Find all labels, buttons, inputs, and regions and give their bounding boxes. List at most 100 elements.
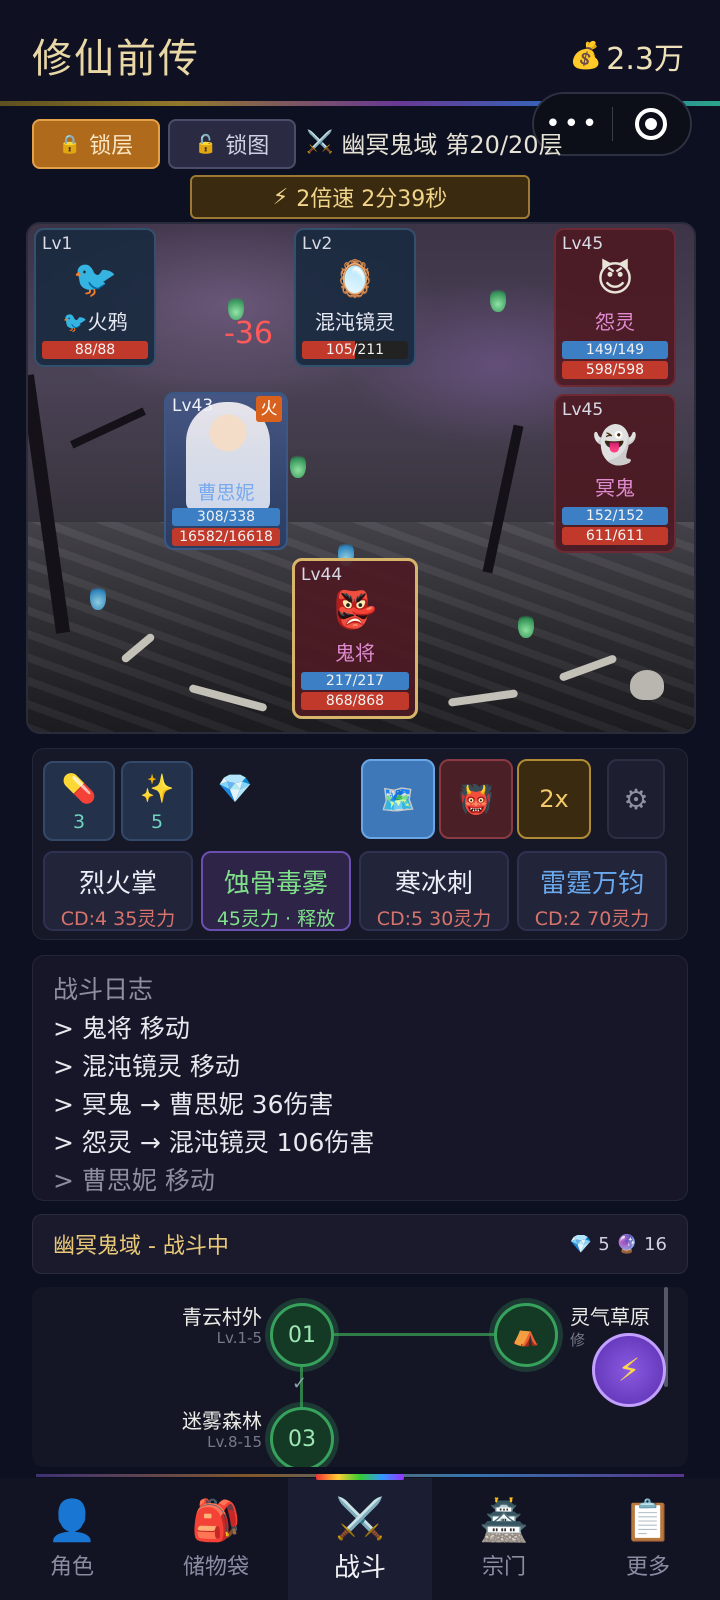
battlefield: -36 Lv1 🐦 🐦火鸦 88/88 Lv2 🪞 混沌镜灵 105/211 L… <box>26 222 696 734</box>
ghost-fire <box>518 612 534 638</box>
skill-button-poison-mist[interactable]: 蚀骨毒雾 45灵力 · 释放 <box>201 851 351 931</box>
unit-card-mirror[interactable]: Lv2 🪞 混沌镜灵 105/211 <box>294 228 416 367</box>
mp-bar: 152/152 <box>562 507 668 525</box>
hp-bar: 16582/16618 <box>172 528 280 546</box>
demon-button[interactable]: 👹 <box>439 759 513 839</box>
skill-info: 45灵力 · 释放 <box>216 908 336 930</box>
currency-display: 💰 2.3万 <box>570 34 684 78</box>
mirror-icon: 🪞 <box>332 259 378 300</box>
map-node-range: 修 <box>570 1331 586 1349</box>
log-line: > 曹思妮 移动 <box>53 1166 215 1195</box>
active-tab-indicator <box>316 1474 404 1480</box>
speed-toggle-button[interactable]: 2x <box>517 759 591 839</box>
lightning-icon: ⚡ <box>272 184 289 210</box>
unit-level: Lv2 <box>302 234 333 254</box>
unit-name: 混沌镜灵 <box>315 310 395 334</box>
lock-layer-button[interactable]: 🔒 锁层 <box>32 119 160 169</box>
skill-button-fire-palm[interactable]: 烈火掌 CD:4 35灵力 <box>43 851 193 931</box>
crystal-ball-icon: 🔮 <box>615 1233 639 1255</box>
unit-name: 怨灵 <box>595 310 635 334</box>
check-icon: ✓ <box>292 1373 308 1394</box>
tab-more[interactable]: 📋 更多 <box>576 1478 720 1600</box>
app-title: 修仙前传 <box>32 36 200 82</box>
unit-card-wraith[interactable]: Lv45 😈 怨灵 149/149 598/598 <box>554 228 676 387</box>
pill-icon: 💊 <box>61 772 97 805</box>
map-node-name: 青云村外 <box>182 1305 262 1329</box>
person-icon: 👤 <box>47 1498 97 1544</box>
tengu-mask-icon: 👺 <box>332 590 378 631</box>
resource-counters: 💎 5 🔮 16 <box>570 1234 667 1255</box>
map-node-name: 迷雾森林 <box>182 1409 262 1433</box>
map-button[interactable]: 🗺️ <box>361 759 435 839</box>
gem-icon: 💎 <box>569 1233 593 1255</box>
clipboard-icon: 📋 <box>623 1498 673 1544</box>
ogre-icon: 👹 <box>458 782 494 816</box>
unit-name: 🐦火鸦 <box>62 310 128 334</box>
item-count: 5 <box>150 811 164 833</box>
map-node-range: Lv.1-5 <box>216 1329 262 1347</box>
unit-level: Lv45 <box>562 400 604 420</box>
castle-icon: 🏯 <box>479 1498 529 1544</box>
map-node-misty-forest[interactable]: 03 <box>270 1407 334 1467</box>
item-slot-pill[interactable]: 💊 3 <box>43 761 115 841</box>
tab-label: 更多 <box>625 1555 670 1580</box>
log-title: 战斗日志 <box>53 975 154 1004</box>
stage-floor: 第20/20层 <box>445 131 563 159</box>
unit-card-ghost[interactable]: Lv45 👻 冥鬼 152/152 611/611 <box>554 394 676 553</box>
bird-icon: 🐦 <box>72 259 118 300</box>
close-miniprogram-button[interactable] <box>613 94 691 154</box>
skill-name: 雷霆万钧 <box>539 869 644 899</box>
quick-action-button[interactable]: ⚡ <box>592 1333 666 1407</box>
battle-status-text: 幽冥鬼域 - 战斗中 <box>53 1234 229 1259</box>
tab-sect[interactable]: 🏯 宗门 <box>432 1478 576 1600</box>
tab-battle[interactable]: ⚔️ 战斗 <box>288 1478 432 1600</box>
item-slot-sparkle[interactable]: ✨ 5 <box>121 761 193 841</box>
settings-button[interactable]: ⚙ <box>607 759 665 839</box>
tab-character[interactable]: 👤 角色 <box>0 1478 144 1600</box>
money-bag-icon: 💰 <box>569 41 603 71</box>
tab-inventory[interactable]: 🎒 储物袋 <box>144 1478 288 1600</box>
hp-bar: 598/598 <box>562 361 668 379</box>
control-panel: 💊 3 ✨ 5 💎 🗺️ 👹 2x ⚙ 烈火掌 CD:4 35灵力 蚀骨毒雾 4… <box>32 748 688 940</box>
item-count: 3 <box>72 811 86 833</box>
skill-button-ice-spike[interactable]: 寒冰刺 CD:5 30灵力 <box>359 851 509 931</box>
camp-icon: ⛺ <box>512 1322 540 1348</box>
unit-name: 鬼将 <box>335 641 375 665</box>
unit-card-crow[interactable]: Lv1 🐦 🐦火鸦 88/88 <box>34 228 156 367</box>
tab-label: 储物袋 <box>182 1555 249 1580</box>
stage-info: ⚔️ 幽冥鬼域 第20/20层 <box>306 125 563 160</box>
unit-level: Lv44 <box>301 565 343 585</box>
skull <box>630 670 664 700</box>
map-node-name: 灵气草原 <box>570 1305 650 1329</box>
item-slot-gem[interactable]: 💎 <box>199 761 271 841</box>
lock-icon: 🔓 <box>194 133 218 155</box>
log-line: > 冥鬼 → 曹思妮 36伤害 <box>53 1090 334 1119</box>
unit-name: 冥鬼 <box>595 476 635 500</box>
log-line: > 怨灵 → 混沌镜灵 106伤害 <box>53 1128 375 1157</box>
skill-name: 寒冰刺 <box>394 869 473 899</box>
gem-icon: 💎 <box>217 772 253 805</box>
lock-icon: 🔒 <box>58 133 82 155</box>
battle-log: 战斗日志 > 鬼将 移动 > 混沌镜灵 移动 > 冥鬼 → 曹思妮 36伤害 >… <box>32 955 688 1201</box>
hp-bar: 88/88 <box>42 341 148 359</box>
unit-card-hero[interactable]: Lv43 火 曹思妮 308/338 16582/16618 <box>164 392 288 550</box>
unit-level: Lv43 <box>172 396 214 416</box>
world-map[interactable]: 青云村外 Lv.1-5 01 ✓ 迷雾森林 Lv.8-15 03 ⛺ 灵气草原 … <box>32 1287 688 1467</box>
skill-name: 蚀骨毒雾 <box>223 869 328 899</box>
map-node-grassland[interactable]: ⛺ <box>494 1303 558 1367</box>
lock-map-label: 锁图 <box>225 134 270 159</box>
bottom-tab-bar: 👤 角色 🎒 储物袋 ⚔️ 战斗 🏯 宗门 📋 更多 <box>0 1478 720 1600</box>
currency-value: 2.3万 <box>606 42 684 77</box>
unit-level: Lv45 <box>562 234 604 254</box>
lock-map-button[interactable]: 🔓 锁图 <box>168 119 296 169</box>
ghost-icon: 👻 <box>592 425 638 466</box>
unit-card-general[interactable]: Lv44 👺 鬼将 217/217 868/868 <box>292 558 418 719</box>
map-node-qingyun[interactable]: 01 <box>270 1303 334 1367</box>
mp-bar: 308/338 <box>172 508 280 526</box>
sparkles-icon: ✨ <box>139 772 175 805</box>
target-icon <box>635 108 668 140</box>
ghost-fire <box>290 452 306 478</box>
crossed-swords-icon: ⚔️ <box>335 1495 385 1542</box>
skill-button-thunder[interactable]: 雷霆万钧 CD:2 70灵力 <box>517 851 667 931</box>
backpack-icon: 🎒 <box>191 1498 241 1544</box>
